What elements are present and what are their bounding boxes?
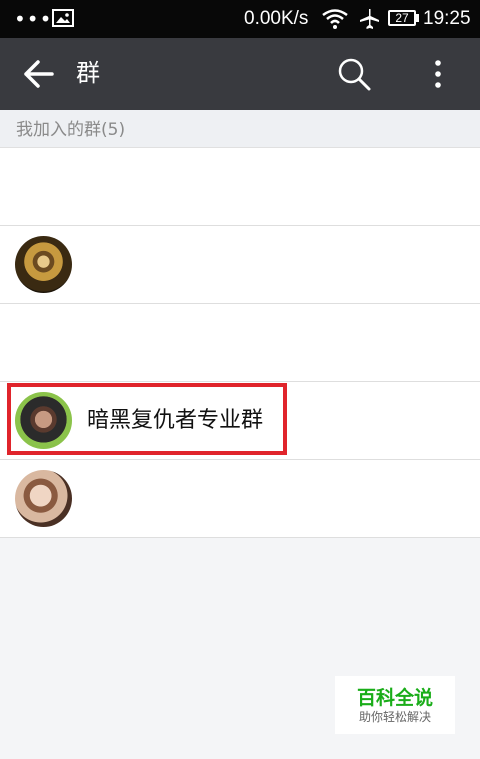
more-options-button[interactable]	[424, 54, 452, 94]
group-list: 暗黑复仇者专业群	[0, 148, 480, 538]
notification-dots: •••	[14, 7, 53, 31]
watermark-logo: 百科全说 助你轻松解决	[335, 676, 455, 734]
arrow-left-icon	[24, 60, 54, 88]
group-row[interactable]	[0, 460, 480, 538]
back-button[interactable]	[16, 54, 62, 94]
group-row[interactable]	[0, 304, 480, 382]
more-vertical-icon	[435, 60, 441, 88]
status-bar: ••• 0.00K/s 27 19:25	[0, 0, 480, 38]
battery-icon: 27	[388, 10, 416, 26]
group-avatar	[15, 236, 72, 293]
search-icon	[338, 58, 371, 91]
clock: 19:25	[423, 8, 471, 29]
group-row[interactable]	[0, 148, 480, 226]
battery-nub	[416, 14, 419, 22]
group-row[interactable]	[0, 226, 480, 304]
wifi-icon	[322, 9, 348, 29]
watermark-title: 百科全说	[356, 687, 433, 709]
group-name: 暗黑复仇者专业群	[87, 408, 264, 433]
network-speed: 0.00K/s	[244, 8, 309, 29]
joined-groups-header: 我加入的群(5)	[0, 110, 480, 148]
group-row[interactable]: 暗黑复仇者专业群	[0, 382, 480, 460]
airplane-mode-icon	[360, 9, 379, 29]
group-avatar	[15, 470, 72, 527]
joined-groups-label: 我加入的群(5)	[16, 120, 126, 140]
watermark-subtitle: 助你轻松解决	[358, 710, 431, 724]
page-title: 群	[76, 59, 100, 87]
group-avatar	[15, 392, 72, 449]
search-button[interactable]	[334, 54, 374, 94]
image-notification-icon	[52, 9, 74, 27]
app-toolbar: 群	[0, 38, 480, 110]
